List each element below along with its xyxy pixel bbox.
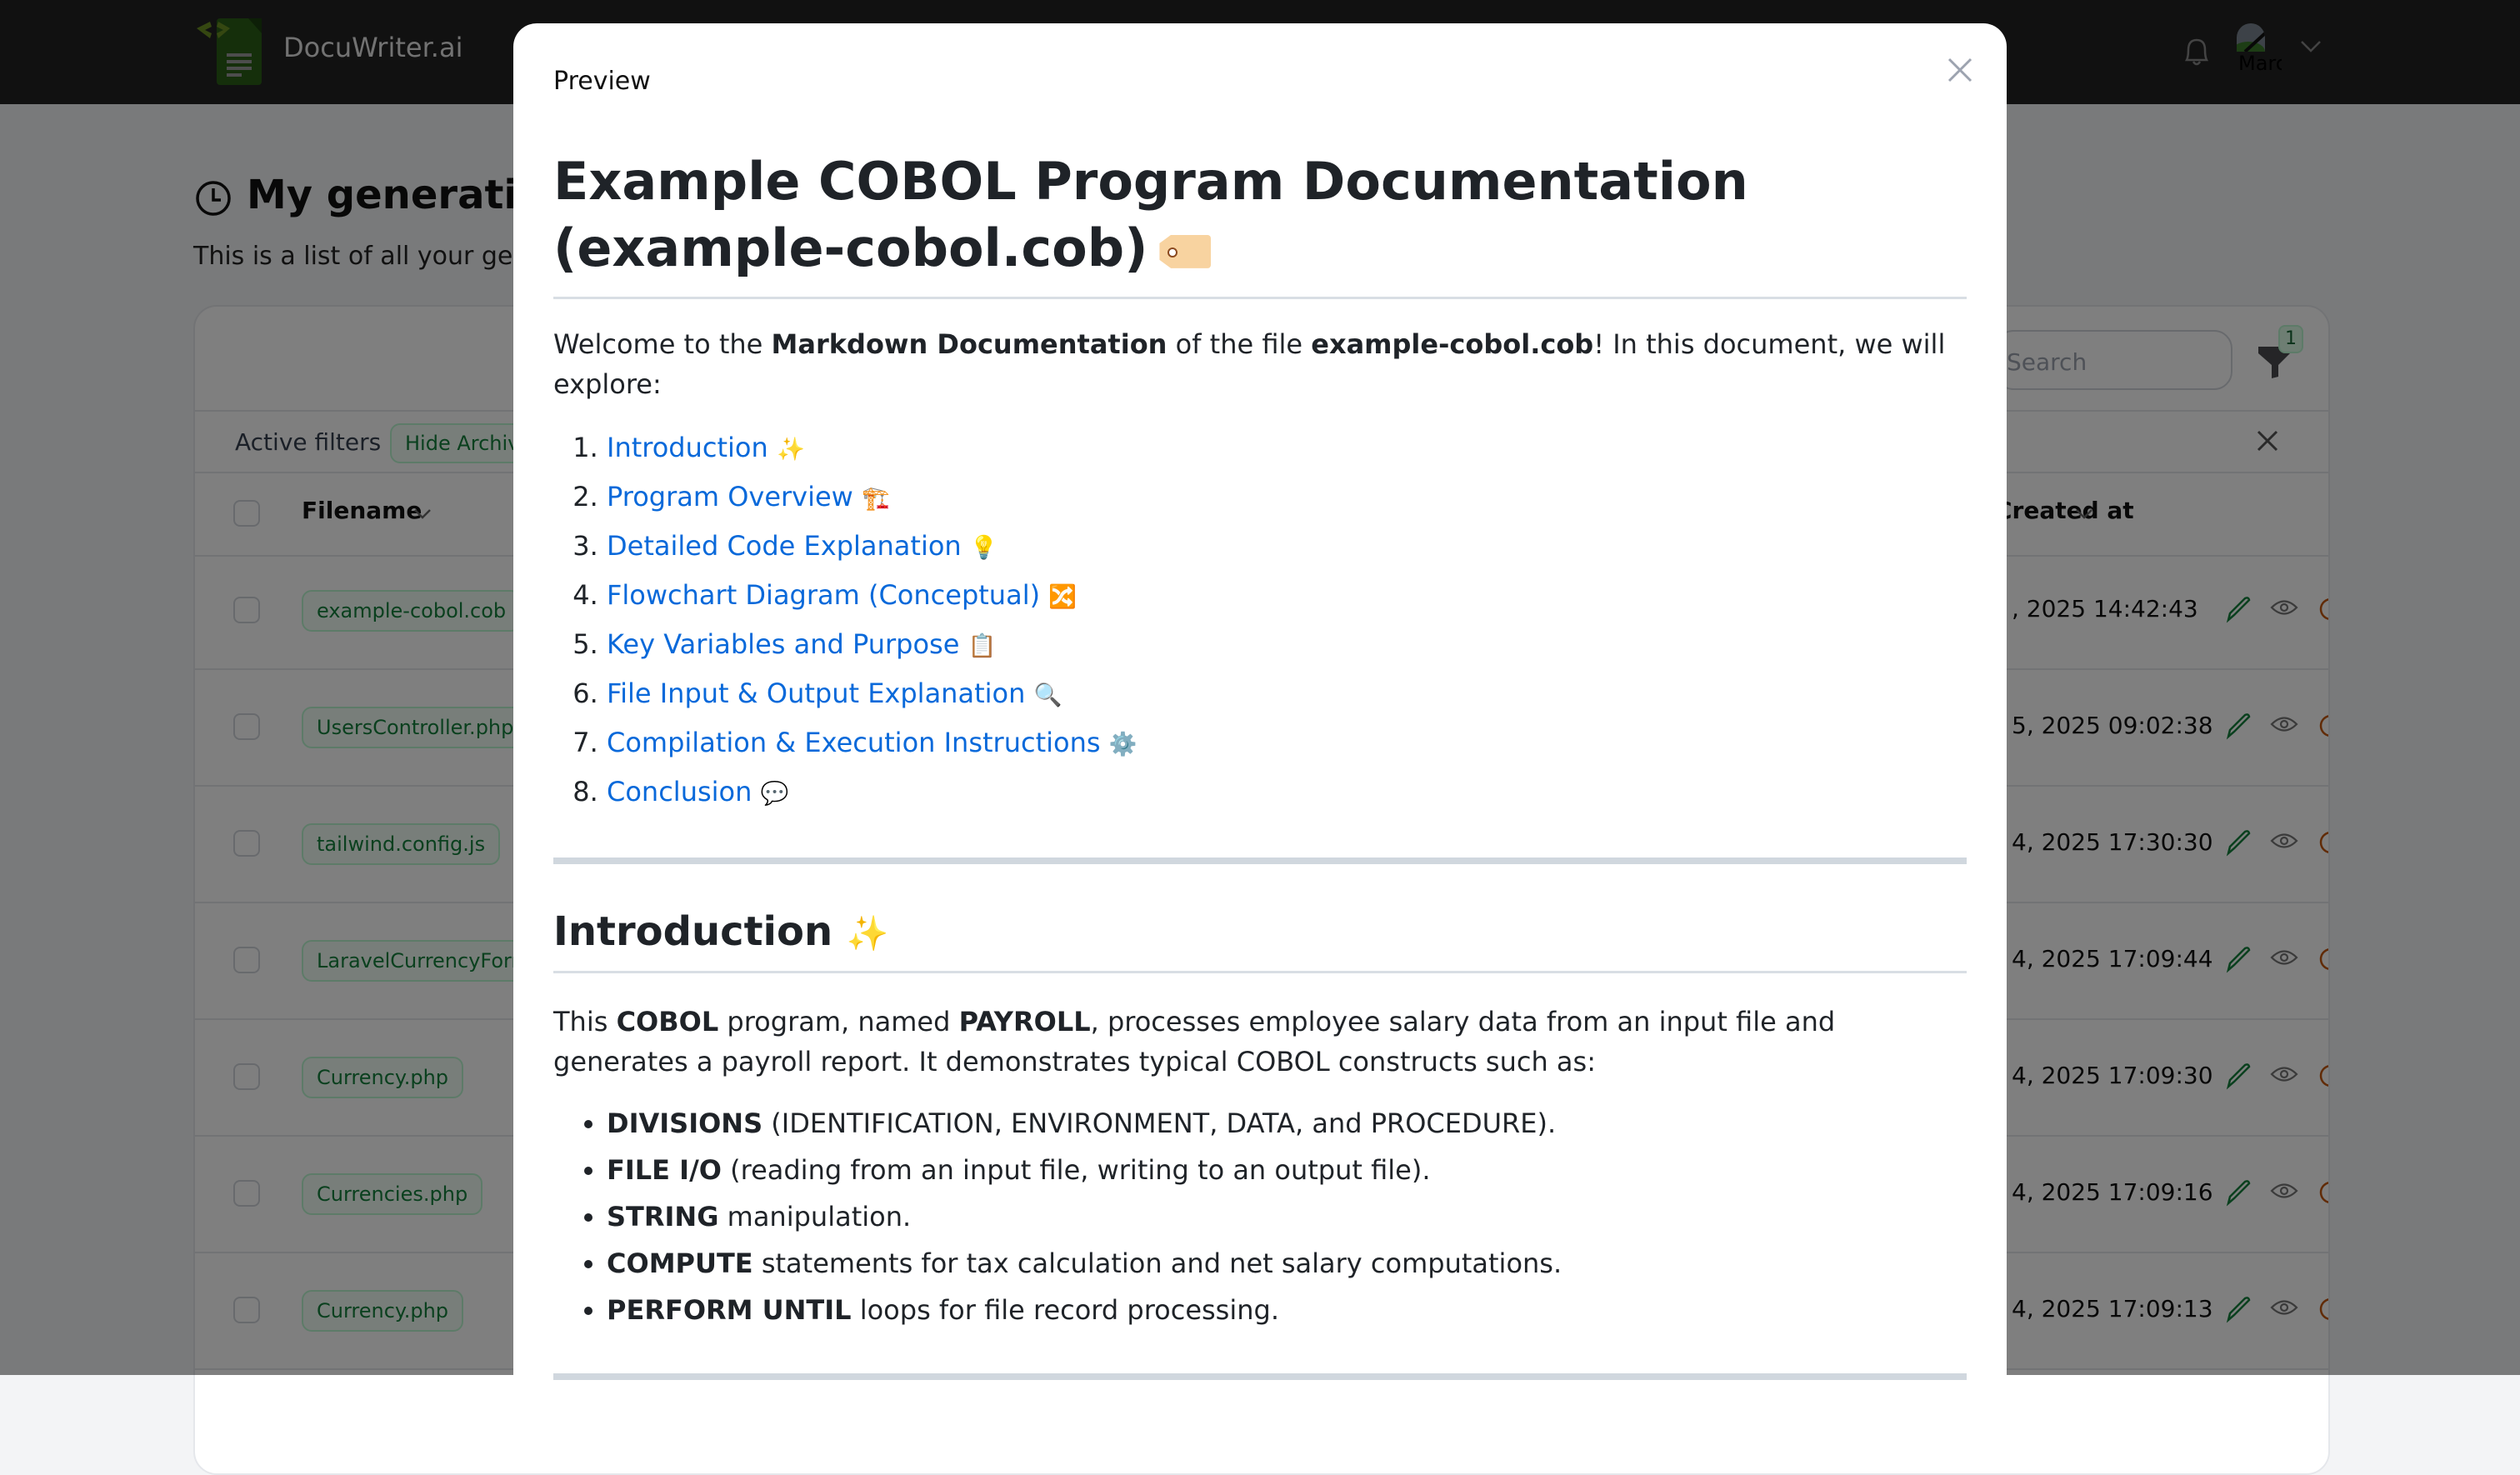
toc-item: Conclusion 💬: [607, 768, 1967, 818]
section-heading-text: Introduction: [553, 908, 833, 955]
intro-text: program, named: [718, 1006, 959, 1038]
construct-name: PERFORM UNTIL: [607, 1294, 852, 1326]
construct-description: (reading from an input file, writing to …: [721, 1154, 1431, 1186]
toc-emoji-icon: ⚙️: [1108, 732, 1138, 758]
tag-emoji-icon: [1159, 234, 1212, 268]
document-title-text: Example COBOL Program Documentation (exa…: [553, 151, 1748, 278]
toc-item: Flowchart Diagram (Conceptual) 🔀: [607, 572, 1967, 621]
list-item: STRING manipulation.: [607, 1193, 1967, 1240]
construct-name: COMPUTE: [607, 1248, 753, 1279]
modal-title: Preview: [553, 67, 651, 96]
construct-name: DIVISIONS: [607, 1108, 763, 1139]
intro-bold-cobol: COBOL: [616, 1006, 719, 1038]
toc-link[interactable]: Key Variables and Purpose: [607, 628, 959, 660]
welcome-text: Welcome to the: [553, 328, 772, 360]
toc-emoji-icon: 📋: [968, 633, 997, 659]
toc-item: File Input & Output Explanation 🔍: [607, 670, 1967, 719]
construct-name: FILE I/O: [607, 1154, 722, 1186]
toc-item: Compilation & Execution Instructions ⚙️: [607, 719, 1967, 768]
welcome-bold-filename: example-cobol.cob: [1311, 328, 1594, 360]
toc-emoji-icon: 🏗️: [862, 486, 890, 512]
section-divider: [553, 858, 1967, 864]
toc-emoji-icon: 🔍: [1033, 682, 1062, 708]
construct-description: statements for tax calculation and net s…: [752, 1248, 1562, 1279]
construct-description: manipulation.: [718, 1201, 912, 1232]
toc-item: Program Overview 🏗️: [607, 473, 1967, 522]
welcome-paragraph: Welcome to the Markdown Documentation of…: [553, 324, 1967, 404]
toc-link[interactable]: Compilation & Execution Instructions: [607, 727, 1101, 758]
sparkles-emoji-icon: ✨: [846, 913, 889, 953]
toc-item: Key Variables and Purpose 📋: [607, 621, 1967, 670]
list-item: FILE I/O (reading from an input file, wr…: [607, 1147, 1967, 1193]
welcome-text: of the file: [1167, 328, 1312, 360]
construct-name: STRING: [607, 1201, 719, 1232]
list-item: PERFORM UNTIL loops for file record proc…: [607, 1287, 1967, 1333]
toc-link[interactable]: Program Overview: [607, 481, 853, 512]
table-of-contents: Introduction ✨Program Overview 🏗️Detaile…: [553, 424, 1967, 818]
toc-link[interactable]: Detailed Code Explanation: [607, 530, 962, 562]
intro-bold-payroll: PAYROLL: [958, 1006, 1091, 1038]
close-icon[interactable]: [1947, 57, 1973, 83]
toc-emoji-icon: 🔀: [1048, 584, 1078, 610]
toc-emoji-icon: 💡: [969, 535, 998, 561]
section-heading-introduction: Introduction ✨: [553, 906, 1967, 973]
toc-link[interactable]: Conclusion: [607, 776, 752, 808]
list-item: DIVISIONS (IDENTIFICATION, ENVIRONMENT, …: [607, 1100, 1967, 1147]
section-divider: [553, 1373, 1967, 1380]
list-item: COMPUTE statements for tax calculation a…: [607, 1240, 1967, 1287]
toc-link[interactable]: File Input & Output Explanation: [607, 678, 1025, 709]
toc-item: Detailed Code Explanation 💡: [607, 522, 1967, 572]
document-title: Example COBOL Program Documentation (exa…: [553, 148, 1967, 299]
toc-link[interactable]: Introduction: [607, 432, 768, 463]
toc-emoji-icon: 💬: [760, 781, 789, 807]
preview-modal: Preview Example COBOL Program Documentat…: [513, 23, 2007, 1440]
welcome-bold-markdown: Markdown Documentation: [771, 328, 1168, 360]
markdown-preview: Example COBOL Program Documentation (exa…: [553, 148, 1967, 1380]
toc-link[interactable]: Flowchart Diagram (Conceptual): [607, 579, 1040, 611]
intro-text: This: [553, 1006, 617, 1038]
introduction-paragraph: This COBOL program, named PAYROLL, proce…: [553, 1002, 1967, 1082]
construct-description: loops for file record processing.: [851, 1294, 1279, 1326]
construct-description: (IDENTIFICATION, ENVIRONMENT, DATA, and …: [762, 1108, 1557, 1139]
toc-item: Introduction ✨: [607, 424, 1967, 473]
constructs-list: DIVISIONS (IDENTIFICATION, ENVIRONMENT, …: [553, 1100, 1967, 1333]
toc-emoji-icon: ✨: [776, 437, 805, 462]
